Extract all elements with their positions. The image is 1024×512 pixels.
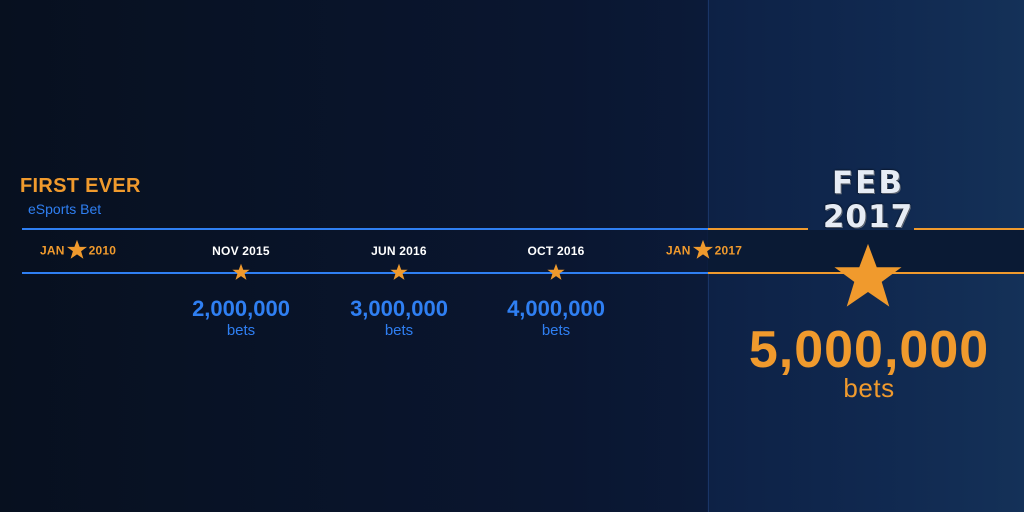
milestone-unit: bets: [541, 322, 571, 339]
range-end-label: JAN 2017: [666, 239, 743, 260]
milestone-unit: bets: [384, 322, 414, 339]
highlight-rail-top-right: [914, 228, 1024, 230]
milestone-count: 4,000,000: [507, 296, 605, 321]
range-end-month: JAN: [666, 243, 691, 258]
range-start-year: 2010: [88, 243, 117, 258]
highlight-rail-top-left: [708, 228, 808, 230]
first-ever-title: FIRST EVER: [20, 175, 141, 197]
milestone-count: 3,000,000: [350, 296, 448, 321]
timeline-rail-bottom: [22, 272, 708, 274]
range-start-label: JAN 2010: [40, 239, 117, 260]
highlight-count: 5,000,000: [748, 321, 990, 379]
star-icon: [66, 239, 87, 259]
timeline-rail-top: [22, 228, 708, 230]
first-ever-subtitle: eSports Bet: [28, 201, 102, 217]
range-end-year: 2017: [714, 243, 743, 258]
star-icon: [834, 243, 902, 307]
milestone-count: 2,000,000: [192, 296, 290, 321]
highlight-unit: bets: [843, 373, 895, 403]
milestone-date: NOV 2015: [212, 244, 270, 258]
star-icon: [692, 239, 713, 259]
highlight-month: FEB: [832, 165, 904, 201]
star-icon: [232, 263, 250, 280]
range-start-month: JAN: [40, 243, 65, 258]
milestone-date: JUN 2016: [371, 244, 427, 258]
highlight-year: 2017: [822, 199, 914, 235]
star-icon: [390, 263, 408, 280]
milestone-date: OCT 2016: [527, 244, 585, 258]
star-icon: [547, 263, 565, 280]
milestone-unit: bets: [226, 322, 256, 339]
timeline-graphic: FIRST EVER eSports Bet JAN 2010 NOV 2015 …: [0, 0, 1024, 512]
